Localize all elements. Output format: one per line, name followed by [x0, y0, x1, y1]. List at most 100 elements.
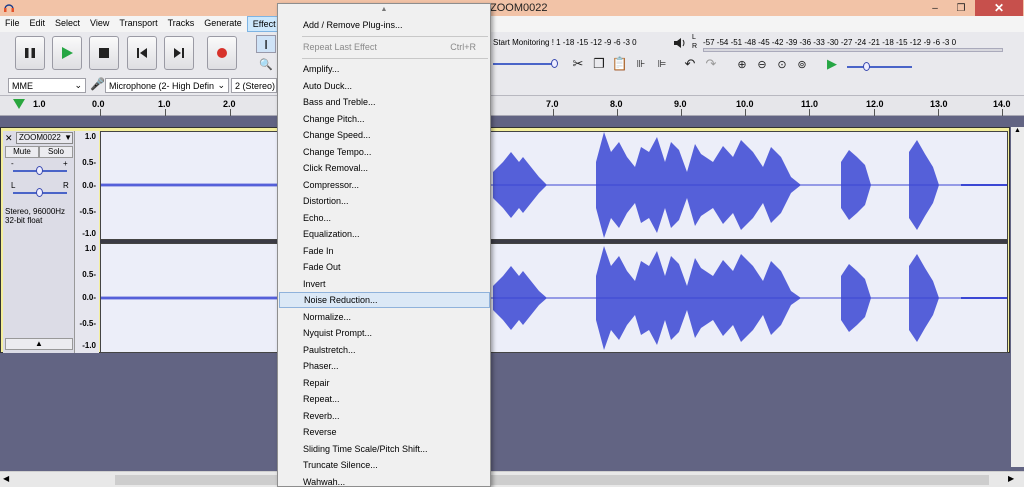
scrollbar-thumb[interactable]	[115, 475, 989, 485]
vruler-label: 1.0	[84, 244, 96, 253]
menu-tracks[interactable]: Tracks	[163, 16, 200, 32]
menu-separator	[302, 36, 488, 37]
scroll-right-icon[interactable]: ▶	[1008, 474, 1014, 483]
menu-view[interactable]: View	[85, 16, 114, 32]
effect-item-reverse[interactable]: Reverse	[279, 424, 490, 440]
paste-icon[interactable]: 📋	[610, 55, 630, 73]
solo-button[interactable]: Solo	[39, 146, 73, 158]
audio-host-select[interactable]: MME ⌄	[8, 78, 86, 93]
scroll-left-icon[interactable]: ◀	[3, 474, 9, 483]
maximize-button[interactable]: ❐	[948, 0, 974, 16]
stop-button[interactable]	[89, 36, 119, 70]
zoom-tool-icon[interactable]: 🔍	[256, 55, 276, 73]
menu-generate[interactable]: Generate	[199, 16, 247, 32]
effect-item-noise-reduction[interactable]: Noise Reduction...	[279, 292, 490, 308]
effect-item-click-removal[interactable]: Click Removal...	[279, 160, 490, 176]
menu-edit[interactable]: Edit	[25, 16, 51, 32]
effect-item-wahwah[interactable]: Wahwah...	[279, 474, 490, 487]
skip-to-end-button[interactable]	[164, 36, 194, 70]
fit-selection-icon[interactable]: ⊙	[772, 55, 792, 73]
tick-label: 7.0	[546, 99, 559, 109]
track-control-panel: ✕ ZOOM0022 ▼ Mute Solo - + L R Stereo, 96…	[3, 131, 75, 353]
horizontal-scrollbar[interactable]: ◀ ▶	[0, 471, 1024, 487]
pause-icon	[25, 48, 35, 58]
fit-project-icon[interactable]: ⊚	[792, 55, 812, 73]
zoom-out-icon[interactable]: ⊖	[752, 55, 772, 73]
copy-icon[interactable]: ❐	[589, 55, 609, 73]
effect-item-fade-out[interactable]: Fade Out	[279, 259, 490, 275]
play-at-speed-icon[interactable]: ▶	[822, 55, 842, 73]
effect-item-echo[interactable]: Echo...	[279, 210, 490, 226]
effect-item-compressor[interactable]: Compressor...	[279, 177, 490, 193]
effect-item-normalize[interactable]: Normalize...	[279, 309, 490, 325]
pan-right-label: R	[63, 181, 69, 190]
effect-item-invert[interactable]: Invert	[279, 276, 490, 292]
menu-file[interactable]: File	[0, 16, 25, 32]
effect-item-auto-duck[interactable]: Auto Duck...	[279, 78, 490, 94]
timeline-ruler[interactable]: 1.0 0.0 1.0 2.0 7.0 8.0 9.0 10.0 11.0 12…	[0, 96, 1024, 116]
effect-item-truncate-silence[interactable]: Truncate Silence...	[279, 457, 490, 473]
effect-item-reverb[interactable]: Reverb...	[279, 408, 490, 424]
mute-button[interactable]: Mute	[5, 146, 39, 158]
trim-icon[interactable]: ⊪	[631, 55, 651, 73]
effect-item-paulstretch[interactable]: Paulstretch...	[279, 342, 490, 358]
effect-item-fade-in[interactable]: Fade In	[279, 243, 490, 259]
record-meter[interactable]: Start Monitoring ! 1 -18 -15 -12 -9 -6 -…	[493, 38, 637, 47]
tick-label: 10.0	[736, 99, 754, 109]
track-name-menu[interactable]: ZOOM0022 ▼	[16, 132, 73, 144]
silence-icon[interactable]: ⊫	[652, 55, 672, 73]
record-volume-slider[interactable]	[493, 63, 555, 65]
menu-scroll-up-icon[interactable]: ▲	[278, 6, 490, 13]
minimize-button[interactable]: –	[922, 0, 948, 16]
undo-icon[interactable]: ↶	[680, 55, 700, 73]
menu-transport[interactable]: Transport	[114, 16, 162, 32]
effect-item-change-pitch[interactable]: Change Pitch...	[279, 111, 490, 127]
channels-value: 2 (Stereo) R	[235, 80, 276, 91]
collapse-track-button[interactable]: ▲	[5, 338, 73, 350]
tick-mark	[681, 109, 682, 116]
gain-slider-thumb[interactable]	[36, 166, 43, 175]
effect-item-distortion[interactable]: Distortion...	[279, 193, 490, 209]
play-speed-slider[interactable]	[847, 66, 912, 68]
effect-item-change-speed[interactable]: Change Speed...	[279, 127, 490, 143]
effect-item-equalization[interactable]: Equalization...	[279, 226, 490, 242]
recording-device-select[interactable]: Microphone (2- High Defin ⌄	[105, 78, 229, 93]
audio-host-value: MME	[12, 80, 33, 91]
waveform-left-channel[interactable]	[100, 131, 1008, 240]
effect-item-amplify[interactable]: Amplify...	[279, 61, 490, 77]
waveform-right-channel[interactable]	[100, 243, 1008, 353]
effect-item-repair[interactable]: Repair	[279, 375, 490, 391]
gain-plus-label: +	[63, 159, 68, 168]
play-head-icon	[13, 99, 25, 109]
playback-meter-scale[interactable]: -57 -54 -51 -48 -45 -42 -39 -36 -33 -30 …	[703, 38, 956, 47]
effect-item-add-remove-plugins[interactable]: Add / Remove Plug-ins...	[279, 17, 490, 33]
tick-label: 11.0	[801, 99, 819, 109]
close-button[interactable]: ✕	[975, 0, 1023, 16]
effect-item-nyquist-prompt[interactable]: Nyquist Prompt...	[279, 325, 490, 341]
scroll-up-icon[interactable]: ▲	[1011, 127, 1024, 134]
effect-item-change-tempo[interactable]: Change Tempo...	[279, 144, 490, 160]
playback-meter[interactable]	[703, 48, 1003, 52]
pause-button[interactable]	[15, 36, 45, 70]
effect-item-repeat[interactable]: Repeat...	[279, 391, 490, 407]
menu-select[interactable]: Select	[50, 16, 85, 32]
effect-item-sliding-time-scale[interactable]: Sliding Time Scale/Pitch Shift...	[279, 441, 490, 457]
selection-tool-icon[interactable]: I	[256, 35, 276, 53]
tick-mark	[874, 109, 875, 116]
effect-item-bass-and-treble[interactable]: Bass and Treble...	[279, 94, 490, 110]
play-speed-thumb[interactable]	[863, 62, 870, 71]
effect-item-phaser[interactable]: Phaser...	[279, 358, 490, 374]
vertical-scrollbar[interactable]: ▲	[1011, 127, 1024, 467]
zoom-in-icon[interactable]: ⊕	[732, 55, 752, 73]
channels-select[interactable]: 2 (Stereo) R	[231, 78, 277, 93]
skip-to-start-button[interactable]	[127, 36, 157, 70]
effect-item-repeat-last-effect: Repeat Last Effect Ctrl+R	[279, 39, 490, 55]
cut-icon[interactable]: ✂	[568, 55, 588, 73]
record-button[interactable]	[207, 36, 237, 70]
redo-icon[interactable]: ↷	[701, 55, 721, 73]
record-volume-thumb[interactable]	[551, 59, 558, 68]
play-button[interactable]	[52, 36, 82, 70]
pan-slider-thumb[interactable]	[36, 188, 43, 197]
close-track-icon[interactable]: ✕	[5, 133, 13, 144]
play-head-value: 1.0	[33, 99, 46, 109]
